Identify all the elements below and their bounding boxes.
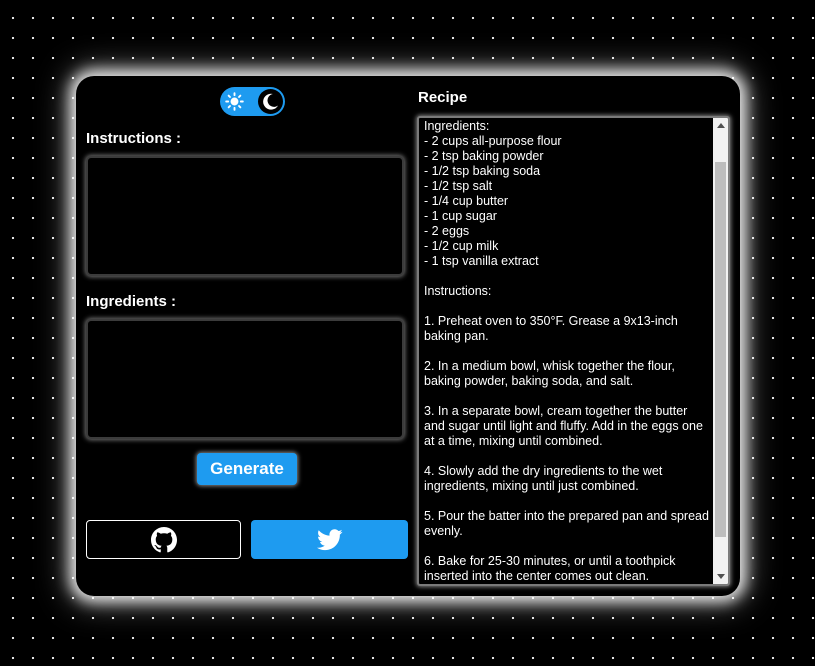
sun-icon [225,92,244,111]
scroll-up-arrow-icon[interactable] [713,118,728,133]
ingredients-label: Ingredients : [86,293,177,310]
generate-button[interactable]: Generate [197,453,297,485]
moon-icon [263,93,279,110]
instructions-input[interactable] [86,156,404,276]
recipe-scrollbar[interactable] [713,118,728,584]
scroll-down-arrow-icon[interactable] [713,569,728,584]
ingredients-input[interactable] [86,319,404,439]
theme-toggle[interactable] [220,87,285,116]
recipe-output[interactable]: Ingredients: - 2 cups all-purpose flour … [417,116,730,586]
recipe-generator-card: Instructions : Ingredients : Generate Re… [76,76,740,596]
instructions-label: Instructions : [86,130,182,147]
recipe-title: Recipe [418,89,468,106]
github-button[interactable] [86,520,241,559]
github-icon [150,526,177,552]
recipe-text: Ingredients: - 2 cups all-purpose flour … [424,119,709,583]
toggle-knob[interactable] [258,89,283,114]
twitter-button[interactable] [251,520,408,559]
twitter-icon [316,528,343,550]
scroll-thumb[interactable] [715,162,726,537]
